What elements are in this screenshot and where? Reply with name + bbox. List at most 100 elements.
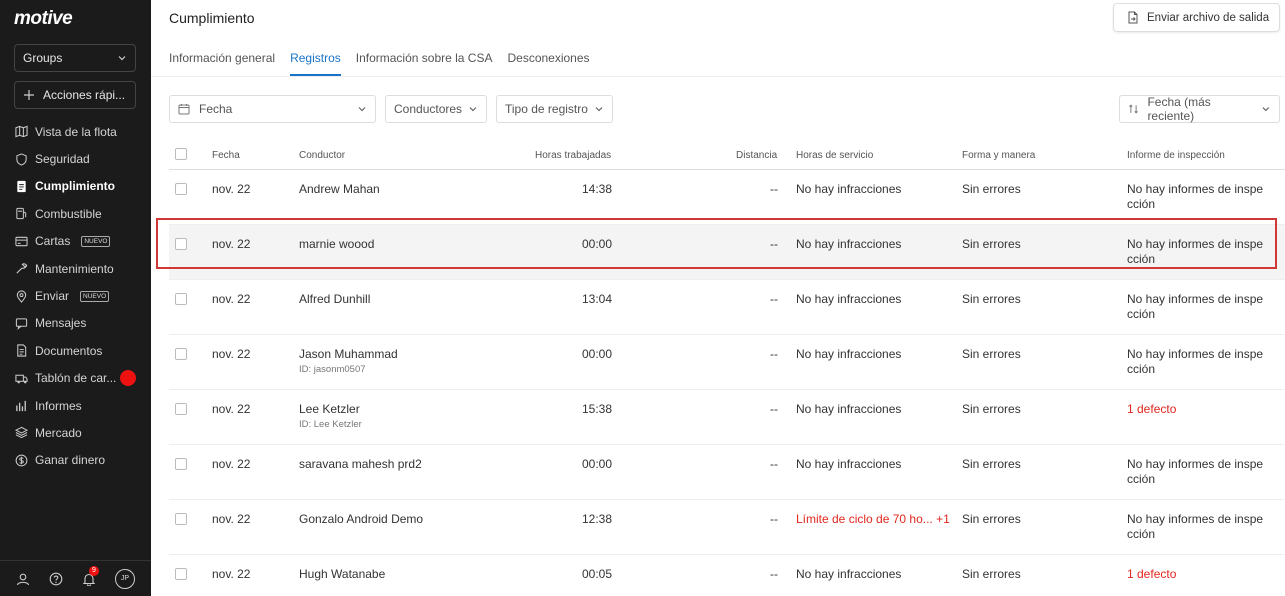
sidebar-item-messages[interactable]: Mensajes — [0, 310, 151, 337]
date-cell: nov. 22 — [212, 182, 251, 196]
driver-cell[interactable]: Alfred Dunhill — [299, 292, 370, 306]
driver-cell[interactable]: marnie woood — [299, 237, 374, 251]
motive-logo[interactable]: motive — [14, 8, 73, 30]
table-row[interactable]: nov. 22 Alfred Dunhill 13:04 -- No hay infra… — [169, 280, 1285, 335]
driver-name[interactable]: Alfred Dunhill — [299, 292, 370, 306]
driver-name[interactable]: saravana mahesh prd2 — [299, 457, 422, 471]
driver-cell[interactable]: Andrew Mahan — [299, 182, 380, 196]
inspection-report-cell[interactable]: No hay informes de inspección — [1127, 292, 1267, 322]
row-checkbox[interactable] — [175, 458, 187, 470]
form-and-manner-cell: Sin errores — [962, 347, 1021, 361]
driver-cell[interactable]: Hugh Watanabe — [299, 567, 385, 581]
column-header-distance[interactable]: Distancia — [736, 150, 777, 161]
driver-name[interactable]: Lee Ketzler — [299, 402, 360, 416]
hours-of-service-cell[interactable]: No hay infracciones — [796, 182, 901, 196]
sidebar-item-earn-money[interactable]: Ganar dinero — [0, 447, 151, 474]
sidebar-item-maintenance[interactable]: Mantenimiento — [0, 255, 151, 282]
hours-worked-cell: 00:00 — [581, 237, 612, 251]
column-header-inspection-report[interactable]: Informe de inspección — [1127, 150, 1225, 161]
inspection-report-cell[interactable]: No hay informes de inspección — [1127, 182, 1267, 212]
hours-worked-cell: 13:04 — [581, 292, 612, 306]
driver-name[interactable]: Andrew Mahan — [299, 182, 380, 196]
driver-name[interactable]: Hugh Watanabe — [299, 567, 385, 581]
distance-cell: -- — [770, 512, 778, 526]
table-row[interactable]: nov. 22 Jason Muhammad ID: jasonm0507 00:00… — [169, 335, 1285, 390]
sort-dropdown[interactable]: Fecha (más reciente) — [1119, 95, 1280, 123]
hours-of-service-cell[interactable]: No hay infracciones — [796, 347, 901, 361]
drivers-filter[interactable]: Conductores — [385, 95, 487, 123]
file-export-icon — [1128, 11, 1138, 24]
date-cell: nov. 22 — [212, 457, 251, 471]
driver-name[interactable]: Gonzalo Android Demo — [299, 512, 423, 526]
hours-of-service-cell[interactable]: No hay infracciones — [796, 567, 901, 581]
alert-dot — [120, 370, 136, 387]
table-row[interactable]: nov. 22 Gonzalo Android Demo 12:38 -- Límite… — [169, 500, 1285, 555]
tab-logs[interactable]: Registros — [290, 44, 341, 76]
sidebar-item-compliance[interactable]: Cumplimiento — [0, 173, 151, 200]
row-checkbox[interactable] — [175, 348, 187, 360]
groups-dropdown[interactable]: Groups — [14, 44, 136, 72]
sidebar-item-marketplace[interactable]: Mercado — [0, 419, 151, 446]
row-checkbox[interactable] — [175, 568, 187, 580]
tab-csa-info[interactable]: Información sobre la CSA — [356, 44, 493, 76]
inspection-report-cell[interactable]: No hay informes de inspección — [1127, 347, 1267, 377]
sidebar-item-fuel[interactable]: Combustible — [0, 200, 151, 227]
driver-cell[interactable]: Gonzalo Android Demo — [299, 512, 423, 526]
table-row[interactable]: nov. 22 Andrew Mahan 14:38 -- No hay infracc… — [169, 170, 1285, 225]
row-checkbox[interactable] — [175, 238, 187, 250]
sidebar-item-label: Combustible — [35, 206, 102, 221]
column-header-hours-worked[interactable]: Horas trabajadas — [535, 150, 611, 161]
help-icon[interactable] — [49, 572, 63, 586]
sidebar-item-label: Ganar dinero — [35, 453, 106, 468]
user-admin-icon[interactable] — [16, 572, 30, 586]
chevron-down-icon — [469, 107, 477, 112]
sidebar-item-documents[interactable]: Documentos — [0, 337, 151, 364]
inspection-report-cell[interactable]: 1 defecto — [1127, 567, 1267, 582]
column-header-driver[interactable]: Conductor — [299, 150, 345, 161]
quick-actions-label: Acciones rápi... — [43, 88, 126, 102]
bell-icon[interactable]: 9 — [82, 565, 99, 586]
select-all-checkbox[interactable] — [175, 148, 187, 160]
inspection-report-cell[interactable]: No hay informes de inspección — [1127, 237, 1267, 267]
row-checkbox[interactable] — [175, 403, 187, 415]
sidebar-item-cards[interactable]: Cartas NUEVO — [0, 228, 151, 255]
table-row[interactable]: nov. 22 saravana mahesh prd2 00:00 -- No hay… — [169, 445, 1285, 500]
date-filter[interactable]: Fecha — [169, 95, 376, 123]
driver-cell[interactable]: Jason Muhammad ID: jasonm0507 — [299, 347, 398, 375]
driver-name[interactable]: Jason Muhammad — [299, 347, 398, 361]
message-icon — [15, 317, 28, 330]
column-header-hours-of-service[interactable]: Horas de servicio — [796, 150, 873, 161]
avatar[interactable]: JP — [115, 568, 135, 589]
table-row[interactable]: nov. 22 marnie woood 00:00 -- No hay infracc… — [169, 225, 1285, 280]
column-header-form-and-manner[interactable]: Forma y manera — [962, 150, 1035, 161]
sidebar-item-load-board[interactable]: Tablón de car... — [0, 365, 151, 392]
hours-worked-cell: 15:38 — [581, 402, 612, 416]
hours-of-service-cell[interactable]: No hay infracciones — [796, 292, 901, 306]
driver-cell[interactable]: Lee Ketzler ID: Lee Ketzler — [299, 402, 362, 430]
sidebar-item-dispatch[interactable]: Enviar NUEVO — [0, 282, 151, 309]
tab-disconnections[interactable]: Desconexiones — [507, 44, 589, 76]
hours-of-service-cell[interactable]: Límite de ciclo de 70 ho... +1 — [796, 512, 950, 526]
table-row[interactable]: nov. 22 Lee Ketzler ID: Lee Ketzler 15:38 --… — [169, 390, 1285, 445]
hours-of-service-cell[interactable]: No hay infracciones — [796, 457, 901, 471]
driver-name[interactable]: marnie woood — [299, 237, 374, 251]
table-row[interactable]: nov. 22 Hugh Watanabe 00:05 -- No hay infrac… — [169, 555, 1285, 596]
row-checkbox[interactable] — [175, 293, 187, 305]
sidebar-item-fleet-view[interactable]: Vista de la flota — [0, 118, 151, 145]
driver-cell[interactable]: saravana mahesh prd2 — [299, 457, 422, 471]
tab-general-info[interactable]: Información general — [169, 44, 275, 76]
inspection-report-cell[interactable]: No hay informes de inspección — [1127, 457, 1267, 487]
row-checkbox[interactable] — [175, 513, 187, 525]
log-type-filter[interactable]: Tipo de registro — [496, 95, 613, 123]
inspection-report-cell[interactable]: 1 defecto — [1127, 402, 1267, 417]
quick-actions-button[interactable]: Acciones rápi... — [14, 81, 136, 109]
sidebar-item-reports[interactable]: Informes — [0, 392, 151, 419]
row-checkbox[interactable] — [175, 183, 187, 195]
hours-of-service-cell[interactable]: No hay infracciones — [796, 402, 901, 416]
sidebar-item-safety[interactable]: Seguridad — [0, 145, 151, 172]
card-icon — [15, 235, 28, 248]
export-button[interactable]: Enviar archivo de salida — [1113, 3, 1280, 32]
inspection-report-cell[interactable]: No hay informes de inspección — [1127, 512, 1267, 542]
hours-of-service-cell[interactable]: No hay infracciones — [796, 237, 901, 251]
column-header-date[interactable]: Fecha — [212, 150, 240, 161]
